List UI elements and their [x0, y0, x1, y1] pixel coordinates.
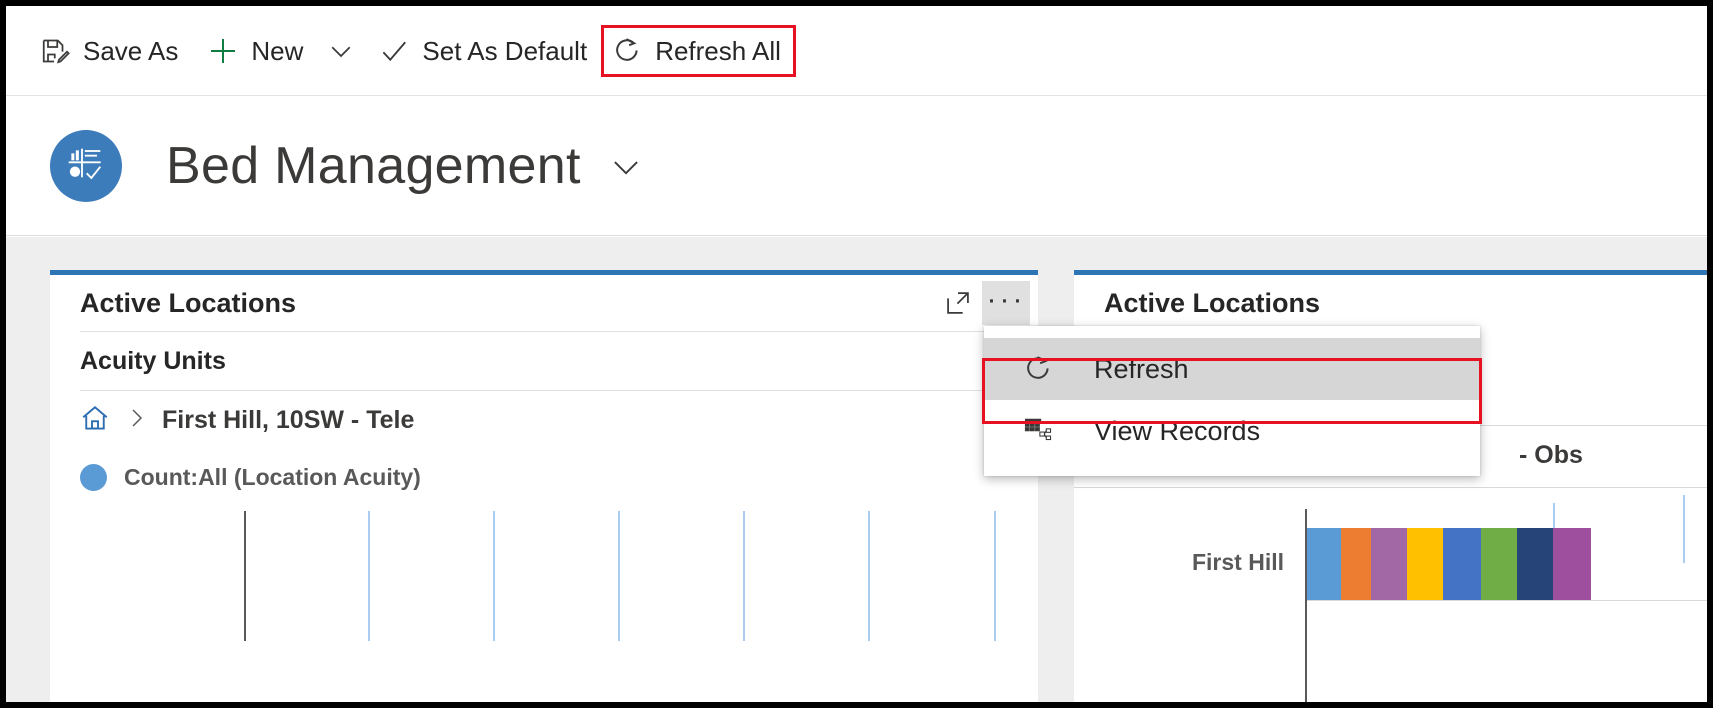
- right-chart-category-label: First Hill: [1191, 549, 1284, 575]
- home-icon[interactable]: [80, 403, 110, 438]
- left-chart-plot: [50, 511, 1038, 641]
- right-chart-stacked-bar[interactable]: [1307, 528, 1707, 600]
- menu-item-refresh-label: Refresh: [1094, 353, 1189, 384]
- bar-segment: [1307, 528, 1341, 600]
- left-panel-header: Active Locations ···: [50, 275, 1038, 331]
- refresh-all-button[interactable]: Refresh All: [601, 24, 796, 77]
- bar-segment: [1371, 528, 1407, 600]
- bar-segment: [1553, 528, 1591, 600]
- expand-popout-icon[interactable]: [934, 281, 982, 325]
- right-chart-rowline: [1307, 600, 1707, 601]
- save-as-label: Save As: [83, 35, 179, 66]
- new-label: New: [251, 35, 304, 66]
- new-chevron-down-icon[interactable]: [319, 25, 363, 77]
- bar-segment: [1517, 528, 1553, 600]
- right-panel-header: Active Locations: [1074, 275, 1707, 331]
- checkmark-icon: [377, 34, 411, 68]
- ellipsis-icon[interactable]: ···: [982, 281, 1030, 325]
- save-as-button[interactable]: Save As: [24, 25, 192, 77]
- screenshot-root: Save As New Set As Default Refresh All B…: [0, 0, 1713, 708]
- menu-item-view-records[interactable]: View Records: [984, 400, 1480, 462]
- new-button[interactable]: New: [192, 25, 317, 77]
- avatar: [50, 129, 122, 202]
- left-chart-legend: Count:All (Location Acuity): [50, 449, 1038, 505]
- left-chart-gridline: [618, 511, 620, 641]
- bar-segment: [1407, 528, 1443, 600]
- set-as-default-button[interactable]: Set As Default: [363, 25, 601, 77]
- panel-context-menu: Refresh View Records: [984, 326, 1480, 476]
- refresh-icon: [610, 34, 644, 68]
- dashboard-chart-icon: [66, 143, 106, 188]
- right-chart-rowline: [1074, 487, 1707, 488]
- page-title-chevron-down-icon[interactable]: [607, 147, 645, 185]
- left-panel-subheading: Acuity Units: [80, 346, 226, 375]
- left-panel-actions: ···: [934, 281, 1030, 325]
- chevron-right-icon: [124, 406, 148, 435]
- app-window: Save As New Set As Default Refresh All B…: [6, 6, 1707, 702]
- app-header: Bed Management: [6, 96, 1707, 236]
- bar-segment: [1481, 528, 1517, 600]
- breadcrumb: First Hill, 10SW - Tele: [50, 391, 1038, 449]
- left-chart-axis: [244, 511, 246, 641]
- save-as-icon: [38, 34, 72, 68]
- right-chart-tick-label: - Obs: [1519, 441, 1583, 469]
- breadcrumb-current: First Hill, 10SW - Tele: [162, 405, 415, 434]
- right-panel-title: Active Locations: [1104, 287, 1321, 318]
- refresh-icon: [1014, 349, 1062, 389]
- legend-color-swatch: [80, 463, 107, 491]
- page-title: Bed Management: [166, 136, 581, 195]
- left-chart-gridline: [368, 511, 370, 641]
- left-chart-gridline: [743, 511, 745, 641]
- left-chart-gridline: [493, 511, 495, 641]
- view-records-icon: [1014, 411, 1062, 451]
- left-chart-gridline: [994, 511, 996, 641]
- legend-label: Count:All (Location Acuity): [124, 463, 421, 490]
- command-bar: Save As New Set As Default Refresh All: [6, 6, 1707, 96]
- bar-segment: [1443, 528, 1481, 600]
- plus-icon: [206, 34, 240, 68]
- bar-segment: [1341, 528, 1371, 600]
- refresh-all-label: Refresh All: [655, 35, 781, 66]
- menu-item-view-records-label: View Records: [1094, 415, 1261, 446]
- set-as-default-label: Set As Default: [422, 35, 588, 66]
- left-chart-gridline: [868, 511, 870, 641]
- panel-active-locations-left: Active Locations ··· Acuity Units First …: [50, 270, 1038, 702]
- left-panel-title: Active Locations: [80, 287, 297, 318]
- menu-item-refresh[interactable]: Refresh: [984, 338, 1480, 400]
